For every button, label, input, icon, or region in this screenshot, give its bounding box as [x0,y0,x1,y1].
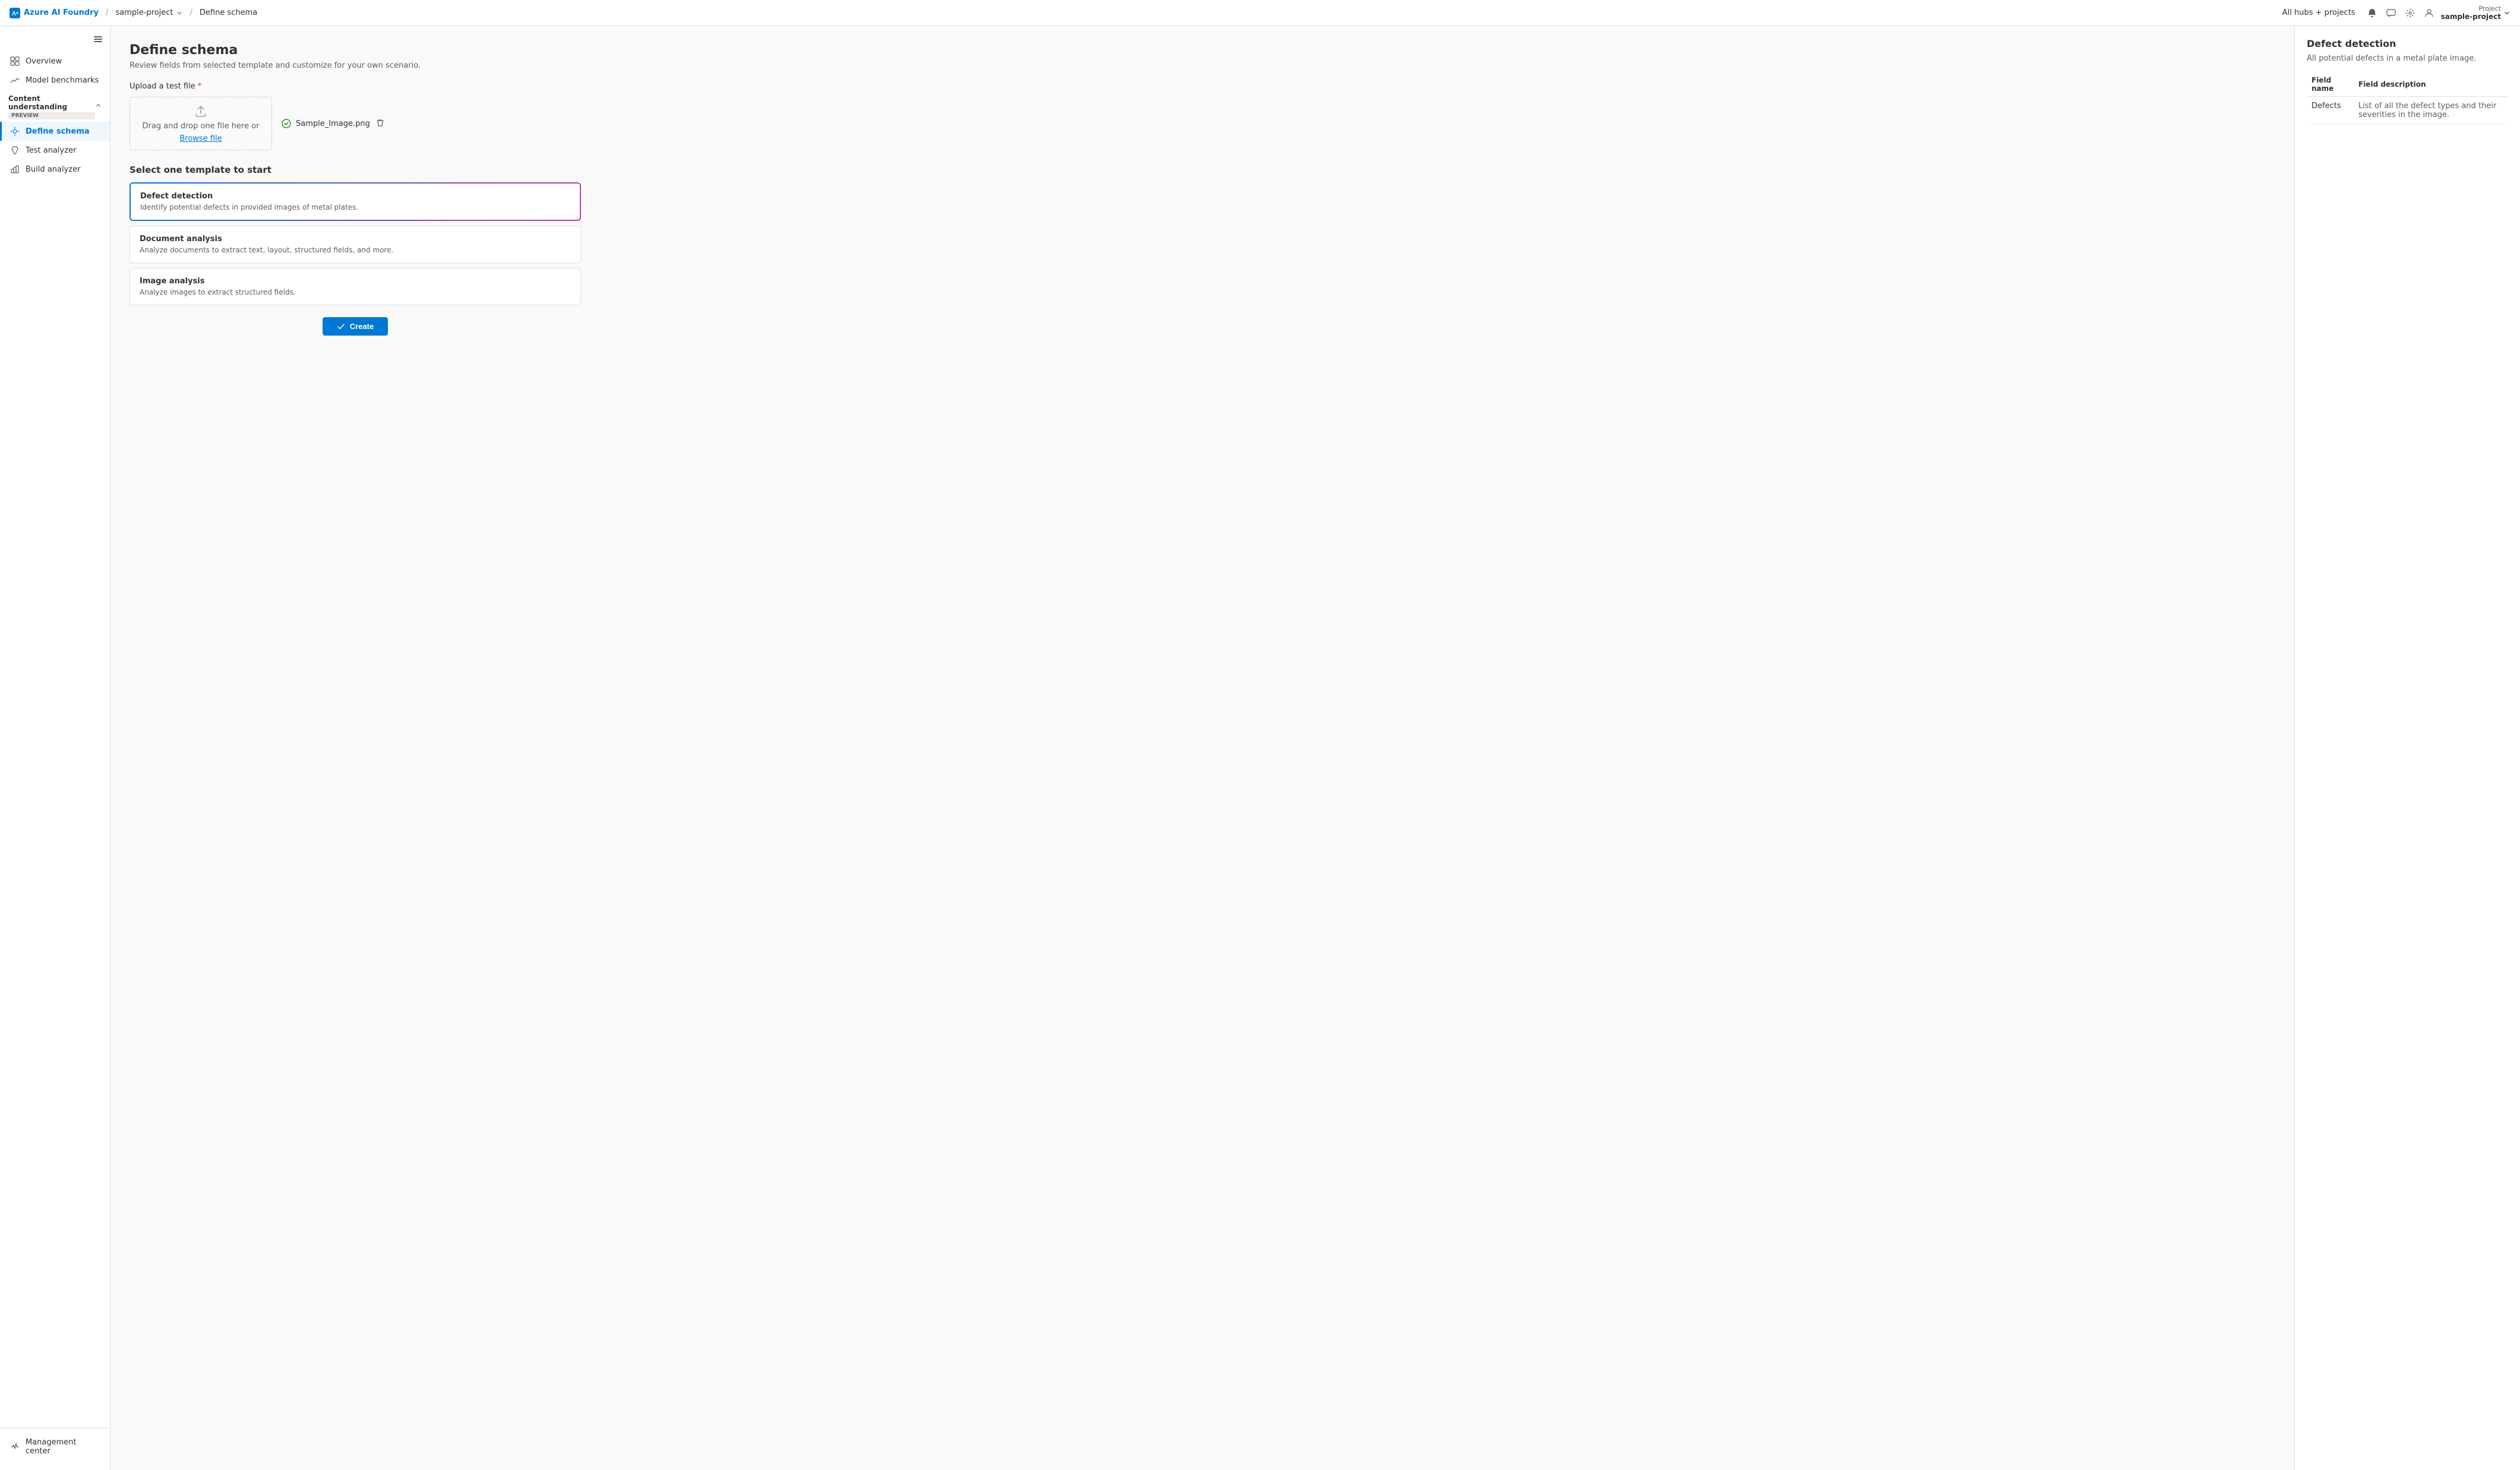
benchmarks-icon [10,75,20,85]
separator-1: / [106,8,108,17]
define-schema-icon [10,127,20,136]
project-link[interactable]: sample-project [115,8,182,17]
topbar-left: Azure AI Foundry / sample-project / Defi… [10,8,257,18]
field-name-0: Defects [2307,97,2354,125]
panel-description: All potential defects in a metal plate i… [2307,54,2508,63]
col-field-name: Field name [2307,72,2354,97]
panel-table-header-row: Field name Field description [2307,72,2508,97]
page-subtitle: Review fields from selected template and… [130,61,2275,70]
settings-button[interactable] [2403,6,2417,20]
topbar-right: All hubs + projects Project sample-proje… [2282,5,2510,21]
panel-title: Defect detection [2307,38,2508,49]
template-section-title: Select one template to start [130,165,2275,175]
current-page-title: Define schema [200,8,257,17]
sidebar-bottom: Management center [0,1428,110,1465]
template-list-wrap: Defect detection Identify potential defe… [130,182,2275,305]
project-info: Project sample-project [2441,5,2501,21]
template-card-image-analysis[interactable]: Image analysis Analyze images to extract… [130,268,581,305]
field-description-0: List of all the defect types and their s… [2354,97,2508,125]
test-analyzer-icon [10,146,20,155]
sidebar-item-build-analyzer[interactable]: Build analyzer [0,160,110,179]
sidebar-item-overview[interactable]: Overview [0,52,110,71]
checkmark-icon [337,323,345,331]
uploaded-file-name: Sample_Image.png [296,119,370,128]
template-title-0: Defect detection [140,192,570,201]
logo-text: Azure AI Foundry [24,8,99,17]
management-center-icon [10,1442,20,1452]
overview-icon [10,56,20,66]
section-label: Content understanding PREVIEW [8,94,95,119]
template-title-1: Document analysis [140,235,571,244]
sidebar-item-management-center[interactable]: Management center [0,1433,110,1460]
trash-icon [376,119,384,127]
sidebar-toggle-area [0,31,110,52]
main-layout: Overview Model benchmarks Content unders… [0,26,2520,1470]
template-card-defect-detection[interactable]: Defect detection Identify potential defe… [130,182,581,221]
panel-table-head: Field name Field description [2307,72,2508,97]
define-schema-label: Define schema [26,127,90,136]
separator-2: / [190,8,192,17]
project-menu[interactable]: Project sample-project [2441,5,2510,21]
col-field-description: Field description [2354,72,2508,97]
panel-table: Field name Field description DefectsList… [2307,72,2508,125]
sidebar-item-model-benchmarks[interactable]: Model benchmarks [0,71,110,90]
azure-ai-foundry-logo[interactable]: Azure AI Foundry [10,8,99,18]
build-analyzer-label: Build analyzer [26,165,80,174]
right-panel: Defect detection All potential defects i… [2294,26,2520,1470]
template-desc-0: Identify potential defects in provided i… [140,203,570,211]
panel-table-body: DefectsList of all the defect types and … [2307,97,2508,125]
create-button-row: Create [130,305,581,336]
all-hubs-link[interactable]: All hubs + projects [2282,8,2355,17]
page-title: Define schema [130,43,2275,58]
upload-label: Upload a test file * [130,82,2275,91]
dropzone-text: Drag and drop one file here or [143,122,260,131]
panel-table-row: DefectsList of all the defect types and … [2307,97,2508,125]
browse-file-link[interactable]: Browse file [179,134,222,143]
section-collapse-icon[interactable] [95,103,102,110]
build-analyzer-icon [10,165,20,174]
upload-row: Drag and drop one file here or Browse fi… [130,97,2275,150]
sidebar: Overview Model benchmarks Content unders… [0,26,110,1470]
sidebar-item-define-schema[interactable]: Define schema [0,122,110,141]
test-analyzer-label: Test analyzer [26,146,76,155]
check-circle-icon [282,119,291,128]
required-marker: * [198,82,202,91]
template-title-2: Image analysis [140,277,571,286]
management-center-label: Management center [26,1438,102,1456]
chat-button[interactable] [2384,6,2398,20]
template-card-document-analysis[interactable]: Document analysis Analyze documents to e… [130,226,581,263]
sidebar-toggle-button[interactable] [92,33,104,47]
template-list: Defect detection Identify potential defe… [130,182,581,305]
content-understanding-section: Content understanding PREVIEW [0,90,110,122]
topbar: Azure AI Foundry / sample-project / Defi… [0,0,2520,26]
uploaded-file: Sample_Image.png [282,118,386,130]
sidebar-item-test-analyzer[interactable]: Test analyzer [0,141,110,160]
notifications-button[interactable] [2365,6,2379,20]
main-content: Define schema Review fields from selecte… [110,26,2294,1470]
overview-label: Overview [26,57,62,66]
delete-file-button[interactable] [375,118,386,130]
chevron-down-icon [2503,10,2510,17]
create-button[interactable]: Create [323,317,388,336]
upload-icon [194,104,208,118]
template-desc-2: Analyze images to extract structured fie… [140,288,571,296]
upload-dropzone[interactable]: Drag and drop one file here or Browse fi… [130,97,272,150]
account-button[interactable] [2422,6,2436,20]
model-benchmarks-label: Model benchmarks [26,76,99,85]
template-desc-1: Analyze documents to extract text, layou… [140,246,571,254]
